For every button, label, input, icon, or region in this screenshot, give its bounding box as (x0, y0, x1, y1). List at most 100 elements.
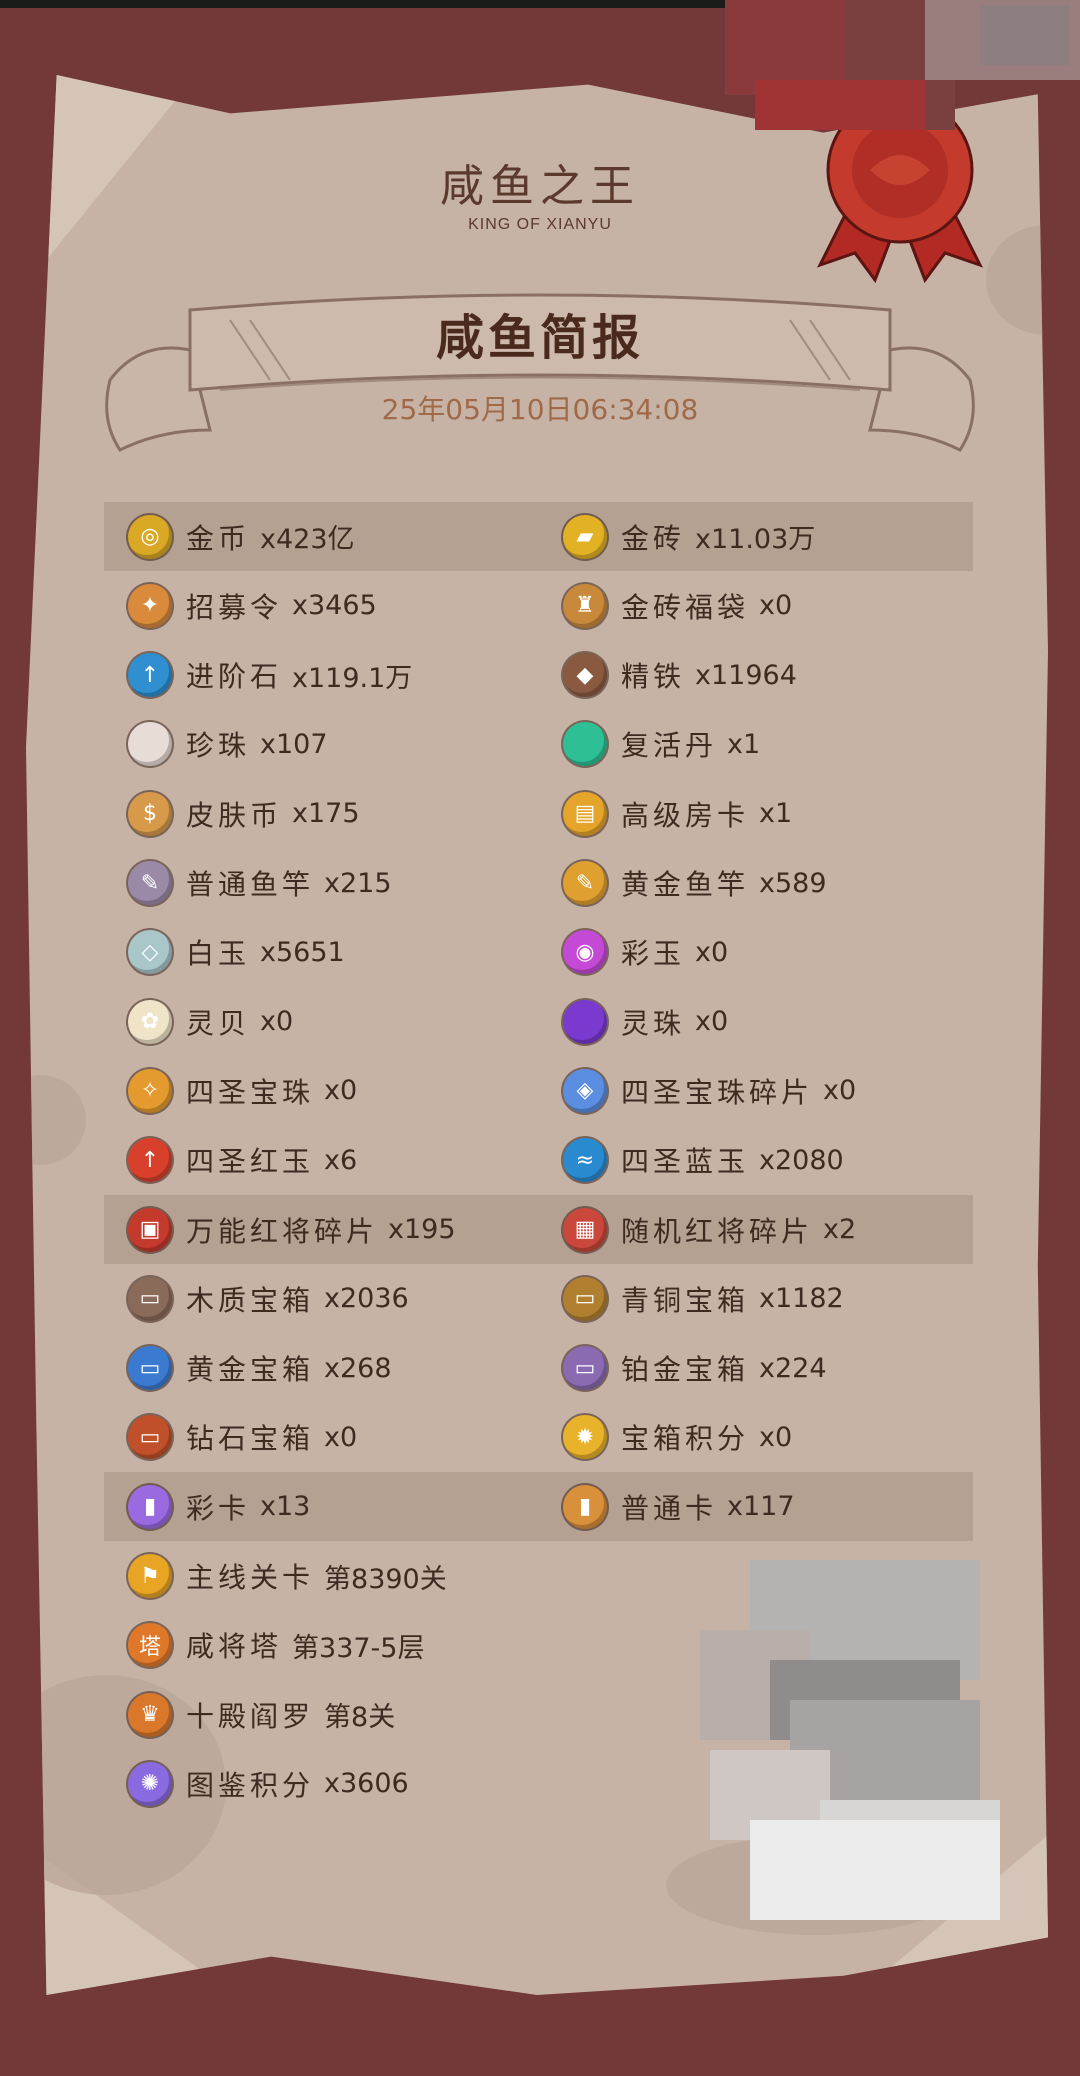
resource-name: 招募令 (186, 590, 283, 624)
random-fragment-icon: ▦ (563, 1207, 607, 1252)
resource-count: x0 (324, 1075, 358, 1107)
diamond-chest-icon: ▭ (128, 1415, 172, 1460)
resource-item: ◎ 金币 x423亿 (128, 502, 355, 571)
resource-item: ▭ 青铜宝箱 x1182 (563, 1264, 844, 1333)
resource-name: 高级房卡 (621, 798, 750, 832)
resource-name: 灵贝 (186, 1006, 251, 1040)
resource-count: x1 (759, 798, 793, 830)
four-saint-orb-icon: ✧ (128, 1068, 172, 1113)
resource-name: 珍珠 (186, 729, 251, 763)
resource-name: 青铜宝箱 (621, 1283, 750, 1317)
resource-count: x11.03万 (695, 524, 816, 555)
skin-coin-icon: $ (128, 791, 172, 836)
blue-jade-icon: ≈ (563, 1138, 607, 1183)
red-jade-icon: ↑ (128, 1138, 172, 1183)
resource-item: 灵珠 x0 (563, 987, 728, 1056)
resource-count: x589 (759, 867, 827, 899)
resource-item: ◆ 精铁 x11964 (563, 641, 797, 710)
resource-item: ✧ 四圣宝珠 x0 (128, 1056, 357, 1125)
resource-name: 灵珠 (621, 1006, 686, 1040)
platinum-chest-icon: ▭ (563, 1346, 607, 1391)
resource-name: 咸将塔 (186, 1630, 283, 1664)
resource-item: ✺ 图鉴积分 x3606 (128, 1749, 409, 1818)
white-jade-icon: ◇ (128, 930, 172, 975)
resource-name: 黄金宝箱 (186, 1353, 315, 1387)
spirit-shell-icon: ✿ (128, 999, 172, 1044)
golden-rod-icon: ✎ (563, 861, 607, 905)
resource-item: 复活丹 x1 (563, 710, 760, 779)
main-stage-icon: ⚑ (128, 1554, 172, 1598)
resource-name: 彩玉 (621, 937, 686, 971)
resource-count: 第337-5层 (292, 1632, 425, 1664)
resource-name: 金砖福袋 (621, 590, 750, 624)
resource-name: 复活丹 (621, 729, 718, 763)
resource-item: ▰ 金砖 x11.03万 (563, 502, 815, 571)
red-general-fragment-icon: ▣ (128, 1207, 172, 1252)
resource-count: x13 (260, 1491, 311, 1523)
resource-count: x117 (727, 1491, 795, 1523)
resource-count: 第8390关 (324, 1563, 447, 1595)
resource-name: 万能红将碎片 (186, 1214, 379, 1248)
resource-item: ✹ 宝箱积分 x0 (563, 1403, 792, 1472)
resource-count: x423亿 (260, 524, 355, 555)
resource-name: 白玉 (186, 937, 251, 971)
chest-points-icon: ✹ (563, 1415, 607, 1460)
resource-item: 塔咸将塔 第337-5层 (128, 1611, 424, 1680)
resource-item: ▭ 黄金宝箱 x268 (128, 1334, 392, 1403)
resource-name: 黄金鱼竿 (621, 868, 750, 901)
resource-item: ◉ 彩玉 x0 (563, 918, 728, 987)
resource-item: ≈ 四圣蓝玉 x2080 (563, 1126, 844, 1195)
resource-item: $ 皮肤币 x175 (128, 779, 360, 848)
resource-item: ✎ 普通鱼竿 x215 (128, 849, 392, 918)
report-date: 25年05月10日06:34:08 (381, 393, 699, 426)
rainbow-card-icon: ▮ (128, 1484, 172, 1529)
bronze-chest-icon: ▭ (563, 1276, 607, 1321)
resource-count: x1182 (759, 1283, 844, 1315)
tower-icon: 塔 (128, 1623, 172, 1668)
pixelated-overlay (690, 1560, 1020, 1920)
resource-name: 四圣宝珠碎片 (621, 1075, 814, 1109)
resource-name: 皮肤币 (186, 798, 283, 832)
resource-count: x175 (292, 798, 360, 830)
resource-item: ▭ 钻石宝箱 x0 (128, 1403, 357, 1472)
resource-name: 钻石宝箱 (186, 1422, 315, 1456)
refined-iron-icon: ◆ (563, 653, 607, 698)
wooden-chest-icon: ▭ (128, 1276, 172, 1321)
resource-count: x195 (388, 1214, 456, 1245)
resource-count: x3606 (324, 1768, 409, 1800)
resource-count: x0 (695, 1006, 729, 1038)
resource-count: x0 (324, 1421, 358, 1453)
spirit-orb-icon (563, 999, 607, 1044)
revive-pill-icon (563, 722, 607, 767)
resource-item: ◈ 四圣宝珠碎片 x0 (563, 1056, 856, 1125)
resource-name: 主线关卡 (186, 1561, 315, 1594)
gold-brick-icon: ▰ (563, 514, 607, 559)
resource-item: ↑ 四圣红玉 x6 (128, 1126, 357, 1195)
resource-item: ▭ 木质宝箱 x2036 (128, 1264, 409, 1333)
resource-item: ♜ 金砖福袋 x0 (563, 571, 792, 640)
resource-item: ▣ 万能红将碎片 x195 (128, 1195, 456, 1264)
resource-name: 金币 (186, 521, 251, 555)
stain (26, 1075, 86, 1165)
resource-count: x0 (823, 1075, 857, 1107)
resource-name: 木质宝箱 (186, 1283, 315, 1317)
resource-count: x11964 (695, 659, 797, 691)
resource-count: x2080 (759, 1144, 844, 1176)
resource-count: x2036 (324, 1283, 409, 1315)
resource-count: 第8关 (324, 1702, 396, 1734)
pixelated-overlay (725, 0, 1080, 130)
resource-item: 珍珠 x107 (128, 710, 328, 779)
resource-count: x224 (759, 1352, 827, 1384)
resource-name: 十殿阎罗 (186, 1699, 315, 1733)
gold-bag-icon: ♜ (563, 583, 607, 628)
resource-name: 普通鱼竿 (186, 868, 315, 901)
resource-count: x5651 (260, 936, 345, 968)
resource-name: 图鉴积分 (186, 1768, 315, 1802)
resource-item: ⚑ 主线关卡 第8390关 (128, 1542, 447, 1611)
resource-name: 四圣蓝玉 (621, 1145, 750, 1179)
resource-item: ✎ 黄金鱼竿 x589 (563, 849, 827, 918)
pearl-icon (128, 722, 172, 767)
gold-coin-icon: ◎ (128, 514, 172, 559)
advance-stone-icon: ↑ (128, 653, 172, 698)
gold-chest-icon: ▭ (128, 1346, 172, 1391)
